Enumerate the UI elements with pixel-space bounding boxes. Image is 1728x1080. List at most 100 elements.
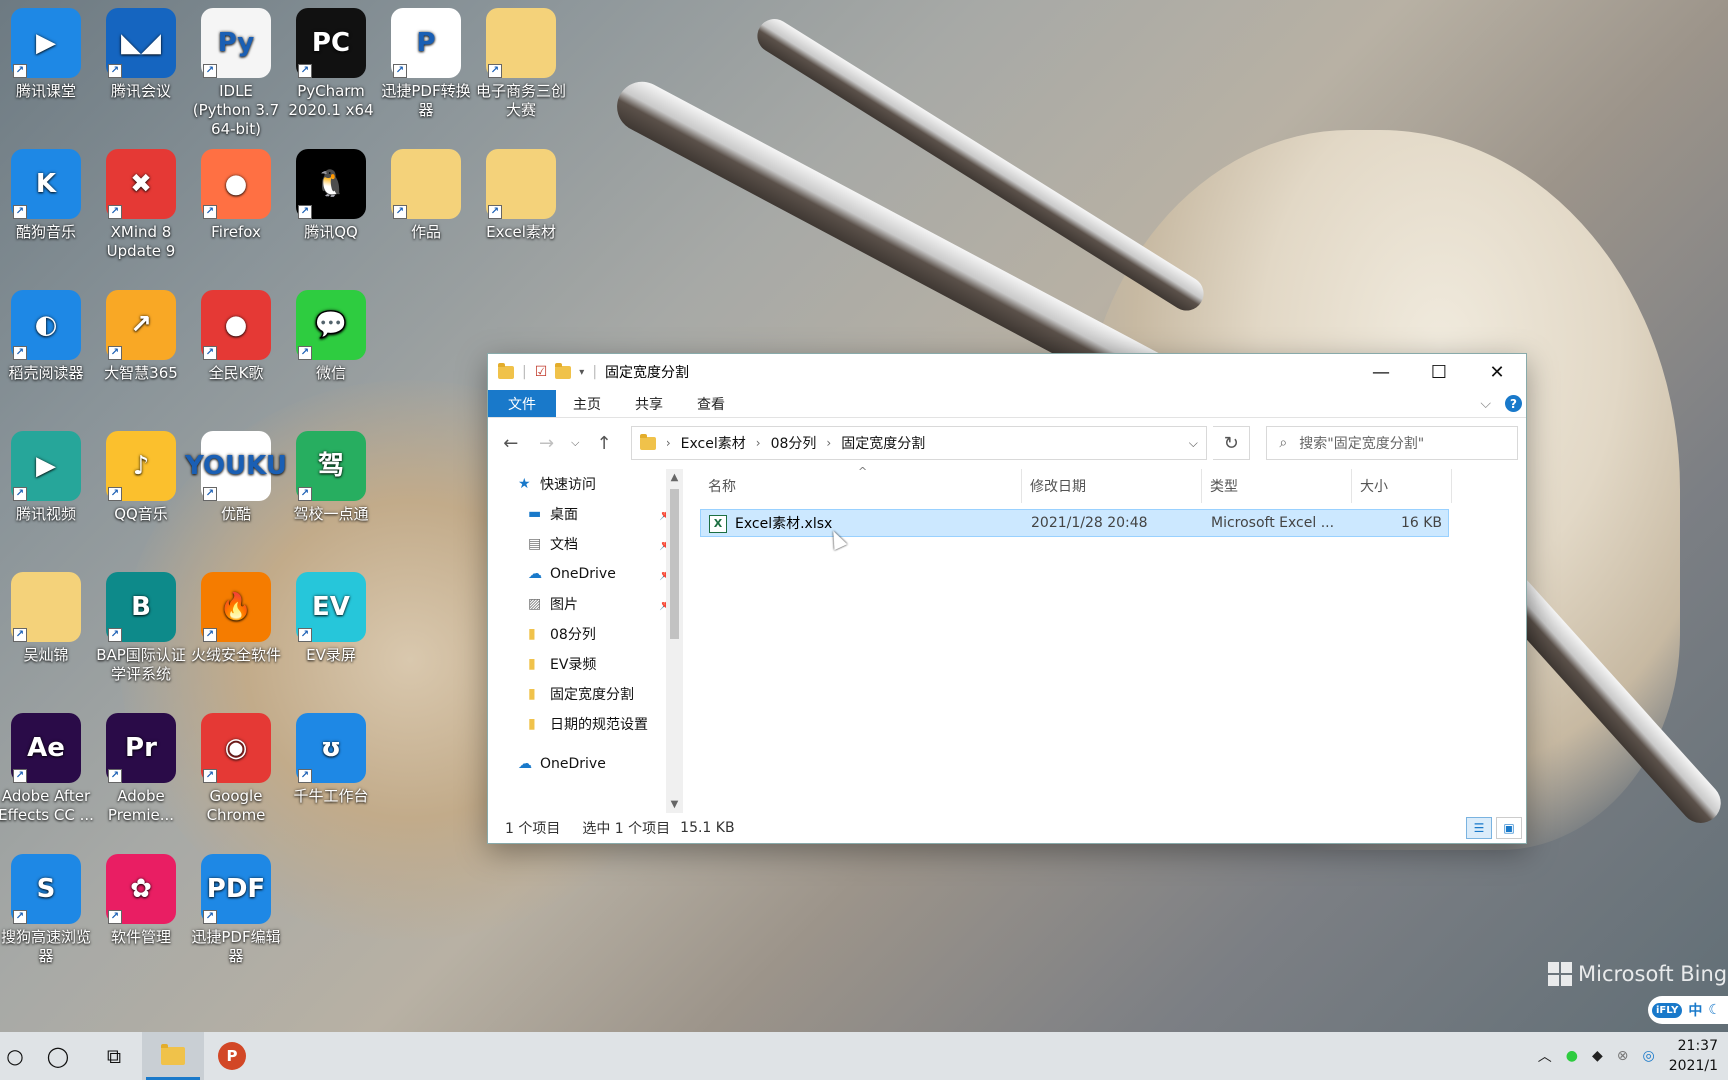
- nav-item[interactable]: ▮ EV录频: [488, 649, 683, 679]
- search-input[interactable]: 搜索"固定宽度分割": [1299, 433, 1424, 453]
- close-circle-icon[interactable]: ⊗: [1617, 1048, 1629, 1064]
- forward-button[interactable]: →: [532, 433, 562, 454]
- nav-item[interactable]: ▨图片📌: [488, 589, 683, 619]
- desktop-icon[interactable]: 驾 ↗ 驾校一点通: [283, 431, 379, 524]
- moon-icon[interactable]: ☾: [1708, 1002, 1721, 1018]
- chevron-down-icon[interactable]: ⌵: [1189, 436, 1198, 451]
- desktop-icon[interactable]: S ↗ 搜狗高速浏览器: [0, 854, 94, 966]
- qq-tray-icon[interactable]: ◆: [1592, 1048, 1603, 1064]
- navigation-scrollbar[interactable]: ▲ ▼: [666, 469, 683, 813]
- desktop-icon[interactable]: ♪ ↗ QQ音乐: [93, 431, 189, 524]
- desktop-icon[interactable]: P ↗ 迅捷PDF转换器: [378, 8, 474, 120]
- refresh-button[interactable]: ↻: [1212, 426, 1251, 460]
- new-folder-icon[interactable]: [555, 362, 572, 379]
- breadcrumb-excel[interactable]: Excel素材: [681, 433, 746, 453]
- chevron-right-icon[interactable]: ›: [666, 436, 671, 450]
- desktop-icon[interactable]: ● ↗ 全民K歌: [188, 290, 284, 383]
- minimize-button[interactable]: —: [1352, 354, 1410, 390]
- file-name-cell[interactable]: X Excel素材.xlsx: [701, 513, 1023, 533]
- title-bar[interactable]: | ☑ ▾ | 固定宽度分割 — ☐ ✕: [488, 354, 1526, 390]
- ime-mode[interactable]: 中: [1688, 1000, 1702, 1020]
- desktop-icon[interactable]: 💬 ↗ 微信: [283, 290, 379, 383]
- cortana-icon[interactable]: ◯: [30, 1032, 86, 1080]
- desktop-icon[interactable]: EV ↗ EV录屏: [283, 572, 379, 665]
- nav-item[interactable]: ▮ 固定宽度分割: [488, 679, 683, 709]
- chevron-right-icon[interactable]: ›: [826, 436, 831, 450]
- breadcrumb-current[interactable]: 固定宽度分割: [841, 433, 925, 453]
- large-icons-view-icon[interactable]: ▣: [1496, 817, 1522, 839]
- desktop-icon[interactable]: Ae ↗ Adobe After Effects CC ...: [0, 713, 94, 825]
- desktop-icon[interactable]: ◉ ↗ Google Chrome: [188, 713, 284, 825]
- desktop-icon[interactable]: ◐ ↗ 稻壳阅读器: [0, 290, 94, 383]
- input-method-bar[interactable]: iFLY 中 ☾: [1648, 996, 1728, 1024]
- column-type[interactable]: 类型: [1202, 469, 1352, 503]
- desktop-icon[interactable]: B ↗ BAP国际认证学评系统: [93, 572, 189, 684]
- close-button[interactable]: ✕: [1468, 354, 1526, 390]
- nav-item[interactable]: ▮ 08分列: [488, 619, 683, 649]
- tab-file[interactable]: 文件: [488, 390, 556, 417]
- desktop-icon[interactable]: ʊ ↗ 千牛工作台: [283, 713, 379, 806]
- desktop-icon[interactable]: ▶ ↗ 腾讯视频: [0, 431, 94, 524]
- desktop-icon[interactable]: ↗ ↗ 大智慧365: [93, 290, 189, 383]
- task-view-icon[interactable]: ⧉: [86, 1032, 142, 1080]
- nav-item[interactable]: ★ 快速访问: [488, 469, 683, 499]
- clock[interactable]: 21:37 2021/1: [1669, 1036, 1722, 1076]
- desktop-icon[interactable]: 🔥 ↗ 火绒安全软件: [188, 572, 284, 665]
- customize-toolbar-icon[interactable]: ▾: [579, 367, 584, 378]
- nav-item[interactable]: ▬桌面📌: [488, 499, 683, 529]
- scroll-up-icon[interactable]: ▲: [666, 469, 683, 486]
- up-button[interactable]: ↑: [589, 433, 619, 454]
- desktop-icon[interactable]: ↗ Excel素材: [473, 149, 569, 242]
- scroll-thumb[interactable]: [670, 489, 679, 639]
- desktop-icon[interactable]: Pr ↗ Adobe Premie...: [93, 713, 189, 825]
- desktop-icon[interactable]: ● ↗ Firefox: [188, 149, 284, 242]
- desktop-icon[interactable]: K ↗ 酷狗音乐: [0, 149, 94, 242]
- search-icon[interactable]: ○: [0, 1032, 30, 1080]
- chevron-right-icon[interactable]: ›: [756, 436, 761, 450]
- powerpoint-taskbar-icon[interactable]: P: [204, 1032, 260, 1080]
- tab-share[interactable]: 共享: [618, 390, 680, 417]
- desktop-icon[interactable]: ✖ ↗ XMind 8 Update 9: [93, 149, 189, 261]
- ifly-tray-icon[interactable]: ◎: [1643, 1048, 1655, 1064]
- nav-item[interactable]: ▮ 日期的规范设置: [488, 709, 683, 739]
- nav-item[interactable]: ☁ OneDrive: [488, 749, 683, 779]
- expand-ribbon-icon[interactable]: ⌵: [1480, 396, 1491, 412]
- file-explorer-window[interactable]: | ☑ ▾ | 固定宽度分割 — ☐ ✕ 文件 主页 共享 查看 ⌵ ? ← →…: [487, 353, 1527, 844]
- nav-item-label: 固定宽度分割: [550, 687, 634, 703]
- address-bar[interactable]: › Excel素材 › 08分列 › 固定宽度分割 ⌵: [630, 426, 1207, 460]
- nav-item[interactable]: ▤文档📌: [488, 529, 683, 559]
- desktop-icon[interactable]: Py ↗ IDLE (Python 3.7 64-bit): [188, 8, 284, 139]
- chevron-up-icon[interactable]: ︿: [1538, 1046, 1552, 1066]
- breadcrumb-08[interactable]: 08分列: [771, 433, 817, 453]
- desktop-icon[interactable]: PDF ↗ 迅捷PDF编辑器: [188, 854, 284, 966]
- help-icon[interactable]: ?: [1505, 395, 1522, 412]
- file-explorer-taskbar-icon[interactable]: [142, 1032, 204, 1080]
- maximize-button[interactable]: ☐: [1410, 354, 1468, 390]
- scroll-down-icon[interactable]: ▼: [666, 796, 683, 813]
- desktop-icon[interactable]: ↗ 吴灿锦: [0, 572, 94, 665]
- shortcut-arrow-icon: ↗: [203, 346, 217, 360]
- desktop-icon[interactable]: ◣◢ ↗ 腾讯会议: [93, 8, 189, 101]
- details-view-icon[interactable]: ☰: [1466, 817, 1492, 839]
- desktop-icon[interactable]: ↗ 电子商务三创大赛: [473, 8, 569, 120]
- column-size[interactable]: 大小: [1352, 469, 1452, 503]
- desktop-icon[interactable]: ▶ ↗ 腾讯课堂: [0, 8, 94, 101]
- wechat-tray-icon[interactable]: ●: [1566, 1048, 1578, 1064]
- desktop-icon[interactable]: YOUKU ↗ 优酷: [185, 431, 287, 524]
- column-modified[interactable]: 修改日期: [1022, 469, 1202, 503]
- desktop-icon[interactable]: 🐧 ↗ 腾讯QQ: [283, 149, 379, 242]
- tab-home[interactable]: 主页: [556, 390, 618, 417]
- nav-item[interactable]: ☁OneDrive📌: [488, 559, 683, 589]
- desktop-icon-label: Adobe After Effects CC ...: [0, 787, 94, 824]
- back-button[interactable]: ←: [496, 433, 526, 454]
- recent-locations-button[interactable]: ⌵: [567, 436, 583, 450]
- search-box[interactable]: ⌕ 搜索"固定宽度分割": [1266, 426, 1518, 460]
- desktop-icon[interactable]: ✿ ↗ 软件管理: [93, 854, 189, 947]
- desktop-icon[interactable]: ↗ 作品: [378, 149, 474, 242]
- file-row[interactable]: X Excel素材.xlsx 2021/1/28 20:48 Microsoft …: [700, 509, 1449, 537]
- app-icon: ✿ ↗: [106, 854, 176, 924]
- desktop-icon[interactable]: PC ↗ PyCharm 2020.1 x64: [283, 8, 379, 120]
- tab-view[interactable]: 查看: [680, 390, 742, 417]
- properties-icon[interactable]: ☑: [535, 364, 548, 380]
- shortcut-arrow-icon: ↗: [13, 346, 27, 360]
